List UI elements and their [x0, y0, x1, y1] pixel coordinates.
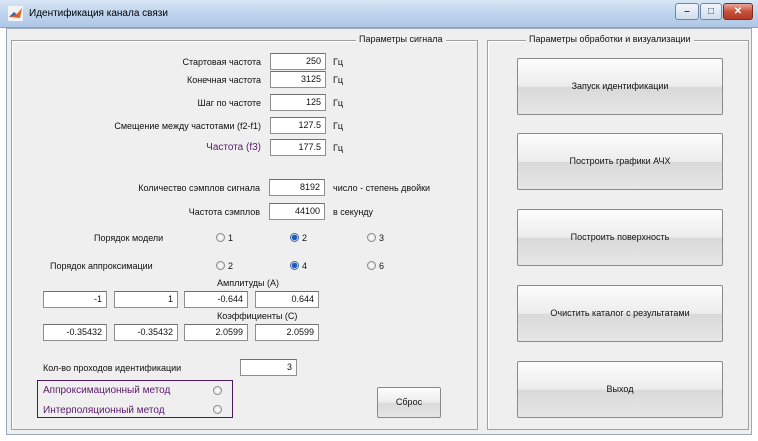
coefficient-input-3[interactable]: 2.0599 [184, 324, 248, 341]
passes-input[interactable]: 3 [240, 359, 297, 376]
end-freq-label: Конечная частота [186, 75, 261, 85]
freq-offset-label: Смещение между частотами (f2-f1) [114, 121, 261, 131]
start-freq-input[interactable]: 250 [270, 53, 326, 70]
matlab-app-icon [8, 6, 23, 21]
method-interp-radio[interactable] [213, 405, 222, 414]
coefficient-input-4[interactable]: 2.0599 [255, 324, 319, 341]
plot-afc-button[interactable]: Построить графики АЧХ [517, 133, 723, 190]
start-freq-label: Стартовая частота [182, 57, 261, 67]
model-order-radio-2[interactable] [290, 233, 299, 242]
approx-order-label: Порядок аппроксимации [50, 261, 153, 271]
freq-step-unit: Гц [333, 98, 344, 108]
minimize-button[interactable]: – [675, 3, 699, 20]
approx-order-option-2: 2 [228, 261, 234, 271]
freq-step-input[interactable]: 125 [270, 94, 326, 111]
maximize-button[interactable]: □ [700, 3, 722, 20]
approx-order-radio-6[interactable] [367, 261, 376, 270]
sample-rate-input[interactable]: 44100 [269, 203, 325, 220]
model-order-option-2: 2 [302, 233, 308, 243]
clear-results-button[interactable]: Очистить каталог с результатами [517, 285, 723, 342]
model-order-radio-3[interactable] [367, 233, 376, 242]
amplitude-input-3[interactable]: -0.644 [184, 291, 248, 308]
end-freq-input[interactable]: 3125 [270, 71, 326, 88]
sample-rate-unit: в секунду [333, 207, 374, 217]
approx-order-option-6: 6 [379, 261, 385, 271]
sample-count-input[interactable]: 8192 [269, 179, 325, 196]
processing-panel-title: Параметры обработки и визуализации [526, 34, 694, 44]
coefficients-label: Коэффициенты (C) [217, 311, 298, 321]
coefficient-input-1[interactable]: -0.35432 [43, 324, 107, 341]
window-title: Идентификация канала связи [29, 8, 168, 19]
sample-count-label: Количество сэмплов сигнала [138, 183, 260, 193]
model-order-label: Порядок модели [94, 233, 164, 243]
coefficient-input-2[interactable]: -0.35432 [114, 324, 178, 341]
amplitude-input-1[interactable]: -1 [43, 291, 107, 308]
approx-order-option-4: 4 [302, 261, 308, 271]
freq-offset-input[interactable]: 127.5 [270, 117, 326, 134]
method-approx-label: Аппроксимационный метод [43, 385, 171, 396]
sample-rate-label: Частота сэмплов [188, 207, 260, 217]
freq-offset-unit: Гц [333, 121, 344, 131]
signal-panel-title: Параметры сигнала [356, 34, 446, 44]
exit-button[interactable]: Выход [517, 361, 723, 418]
start-identification-button[interactable]: Запуск идентификации [517, 58, 723, 115]
amplitude-input-2[interactable]: 1 [114, 291, 178, 308]
approx-order-radio-2[interactable] [216, 261, 225, 270]
reset-button[interactable]: Сброс [377, 387, 441, 418]
freq-f3-input[interactable]: 177.5 [270, 139, 326, 156]
model-order-radio-1[interactable] [216, 233, 225, 242]
freq-f3-unit: Гц [333, 143, 344, 153]
method-interp-label: Интерполяционный метод [43, 405, 165, 416]
freq-f3-label: Частота (f3) [206, 142, 261, 153]
passes-label: Кол-во проходов идентификации [43, 363, 182, 373]
sample-count-unit: число - степень двойки [333, 183, 431, 193]
model-order-option-3: 3 [379, 233, 385, 243]
method-approx-radio[interactable] [213, 386, 222, 395]
freq-step-label: Шаг по частоте [197, 98, 261, 108]
amplitude-input-4[interactable]: 0.644 [255, 291, 319, 308]
plot-surface-button[interactable]: Построить поверхность [517, 209, 723, 266]
start-freq-unit: Гц [333, 57, 344, 67]
end-freq-unit: Гц [333, 75, 344, 85]
model-order-option-1: 1 [228, 233, 234, 243]
close-button[interactable]: ✕ [723, 3, 753, 20]
approx-order-radio-4[interactable] [290, 261, 299, 270]
amplitudes-label: Амплитуды (A) [217, 278, 279, 288]
